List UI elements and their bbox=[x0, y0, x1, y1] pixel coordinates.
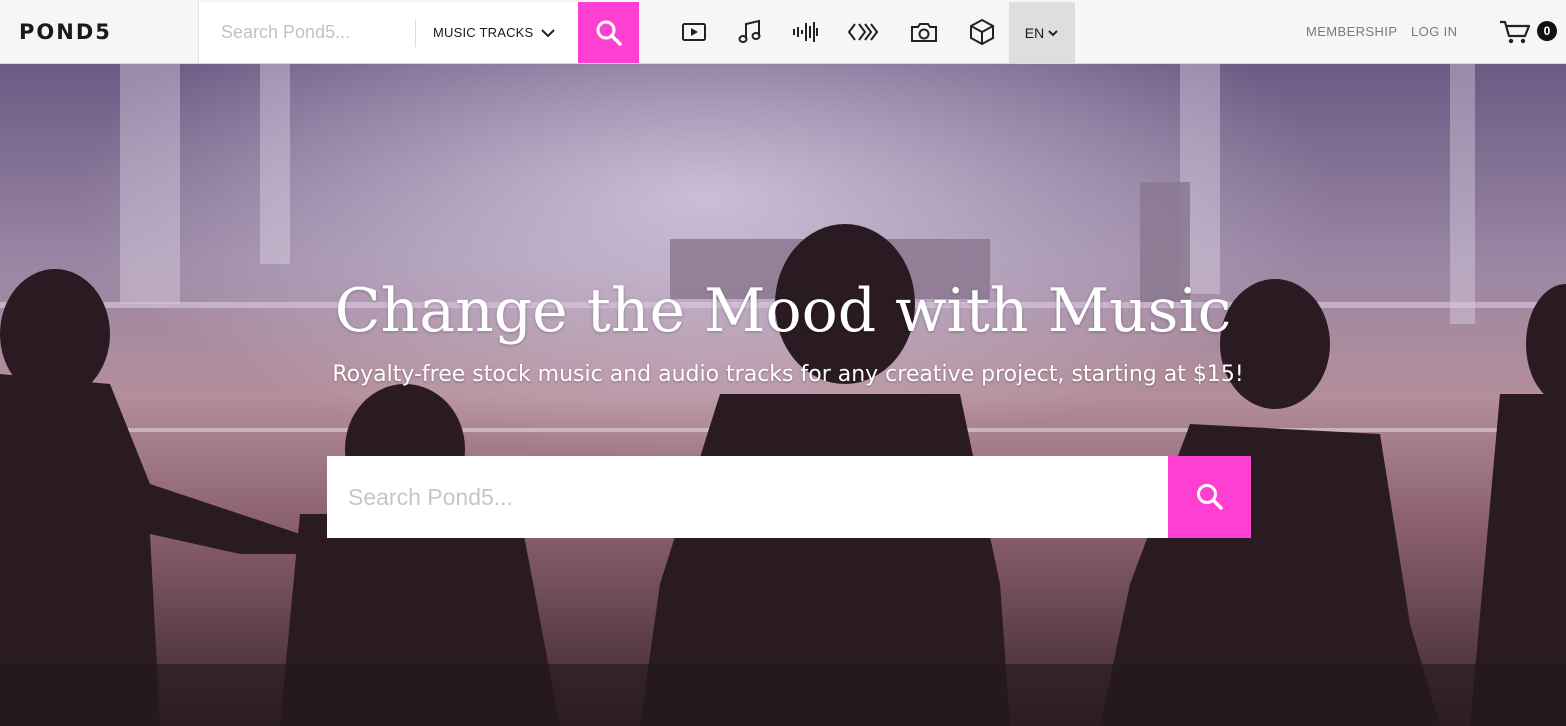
search-type-label: MUSIC TRACKS bbox=[433, 25, 534, 40]
login-link[interactable]: LOG IN bbox=[1411, 24, 1457, 40]
hero-search-input[interactable] bbox=[327, 456, 1168, 538]
header-search-input[interactable] bbox=[199, 2, 414, 63]
music-note-icon[interactable] bbox=[734, 16, 766, 48]
hero-search-button[interactable] bbox=[1168, 456, 1251, 538]
search-type-dropdown[interactable]: MUSIC TRACKS bbox=[416, 2, 579, 63]
after-effects-icon[interactable] bbox=[846, 16, 882, 48]
header-search-button[interactable] bbox=[578, 2, 639, 63]
video-icon[interactable] bbox=[678, 16, 710, 48]
sound-effects-icon[interactable] bbox=[789, 16, 821, 48]
search-icon bbox=[596, 20, 622, 46]
chevron-down-icon bbox=[541, 29, 555, 38]
language-label: EN bbox=[1024, 24, 1045, 41]
header-search-box: MUSIC TRACKS bbox=[198, 2, 579, 63]
photo-icon[interactable] bbox=[908, 16, 940, 48]
hero-subtitle: Royalty-free stock music and audio track… bbox=[332, 362, 1244, 387]
cart-button[interactable]: 0 bbox=[1498, 18, 1560, 46]
pond5-logo[interactable]: POND5 bbox=[19, 19, 112, 45]
hero-search-bar bbox=[327, 456, 1251, 538]
top-header: POND5 MUSIC TRACKS bbox=[0, 0, 1566, 64]
chevron-down-icon bbox=[1048, 29, 1058, 36]
language-selector[interactable]: EN bbox=[1009, 2, 1075, 63]
cart-count-badge: 0 bbox=[1537, 21, 1557, 41]
3d-model-icon[interactable] bbox=[966, 16, 998, 48]
cart-icon bbox=[1500, 20, 1531, 44]
search-icon bbox=[1196, 484, 1223, 510]
membership-link[interactable]: MEMBERSHIP bbox=[1306, 24, 1397, 40]
hero-background-image bbox=[0, 64, 1566, 726]
hero-title: Change the Mood with Music bbox=[334, 276, 1232, 346]
hero-banner: Change the Mood with Music Royalty-free … bbox=[0, 64, 1566, 726]
